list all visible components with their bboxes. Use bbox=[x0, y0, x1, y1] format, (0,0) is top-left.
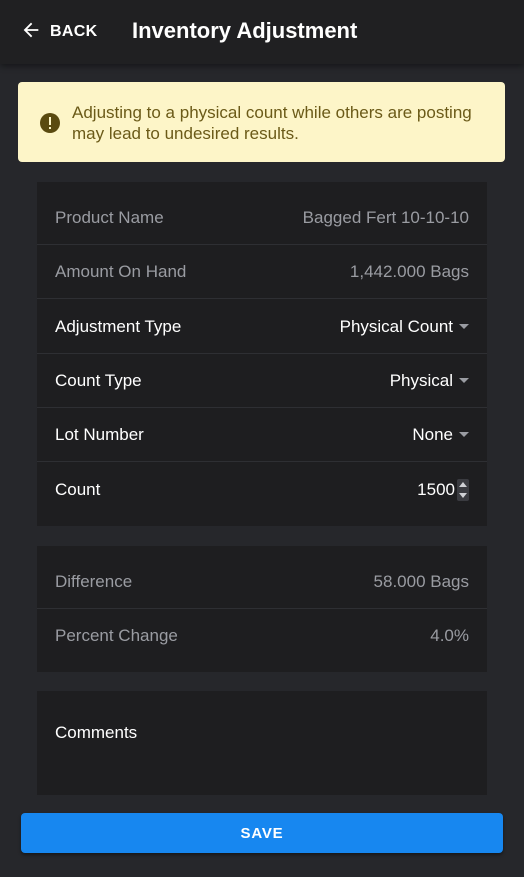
exclamation-circle-icon bbox=[40, 113, 60, 133]
count-stepper[interactable] bbox=[457, 479, 469, 501]
count-input[interactable]: 1500 bbox=[417, 479, 469, 501]
count-label: Count bbox=[55, 480, 101, 499]
back-label: BACK bbox=[50, 23, 98, 40]
product-name-row: Product Name Bagged Fert 10-10-10 bbox=[37, 191, 487, 245]
percent-change-value: 4.0% bbox=[430, 626, 469, 645]
lot-number-label: Lot Number bbox=[55, 424, 144, 444]
percent-change-row: Percent Change 4.0% bbox=[37, 609, 487, 663]
save-button[interactable]: SAVE bbox=[21, 813, 503, 853]
adjustment-type-select[interactable]: Adjustment Type Physical Count bbox=[37, 300, 487, 354]
amount-on-hand-row: Amount On Hand 1,442.000 Bags bbox=[37, 245, 487, 299]
lot-number-select[interactable]: Lot Number None bbox=[37, 408, 487, 462]
lot-number-value: None bbox=[412, 424, 453, 444]
app-header: BACK Inventory Adjustment bbox=[0, 0, 524, 64]
percent-change-label: Percent Change bbox=[55, 626, 178, 645]
caret-down-icon bbox=[459, 378, 469, 383]
difference-value: 58.000 Bags bbox=[373, 571, 469, 591]
count-type-value: Physical bbox=[389, 370, 453, 390]
back-button[interactable]: BACK bbox=[20, 20, 97, 44]
caret-down-icon bbox=[459, 432, 469, 437]
product-name-value: Bagged Fert 10-10-10 bbox=[302, 207, 469, 227]
lot-number-dropdown[interactable]: None bbox=[412, 425, 469, 445]
count-type-label: Count Type bbox=[55, 370, 142, 390]
count-type-select[interactable]: Count Type Physical bbox=[37, 354, 487, 408]
comments-label: Comments bbox=[55, 723, 138, 742]
adjustment-type-value: Physical Count bbox=[339, 316, 453, 336]
adjustment-type-label: Adjustment Type bbox=[55, 316, 182, 336]
adjustment-details-card: Product Name Bagged Fert 10-10-10 Amount… bbox=[37, 182, 487, 526]
count-value: 1500 bbox=[417, 480, 455, 499]
caret-down-icon bbox=[459, 324, 469, 329]
count-row: Count 1500 bbox=[37, 463, 487, 517]
stepper-down-icon[interactable] bbox=[459, 493, 467, 498]
summary-card: Difference 58.000 Bags Percent Change 4.… bbox=[37, 546, 487, 672]
adjustment-type-dropdown[interactable]: Physical Count bbox=[340, 317, 469, 337]
comments-field[interactable]: Comments bbox=[37, 691, 487, 795]
product-name-label: Product Name bbox=[55, 207, 164, 227]
amount-on-hand-label: Amount On Hand bbox=[55, 261, 187, 281]
warning-alert: Adjusting to a physical count while othe… bbox=[18, 82, 505, 162]
arrow-left-icon bbox=[20, 19, 42, 46]
difference-label: Difference bbox=[55, 571, 133, 591]
difference-row: Difference 58.000 Bags bbox=[37, 555, 487, 609]
stepper-up-icon[interactable] bbox=[459, 482, 467, 487]
warning-message: Adjusting to a physical count while othe… bbox=[72, 103, 472, 143]
count-type-dropdown[interactable]: Physical bbox=[390, 371, 469, 391]
page-title: Inventory Adjustment bbox=[132, 18, 358, 43]
amount-on-hand-value: 1,442.000 Bags bbox=[349, 261, 469, 281]
